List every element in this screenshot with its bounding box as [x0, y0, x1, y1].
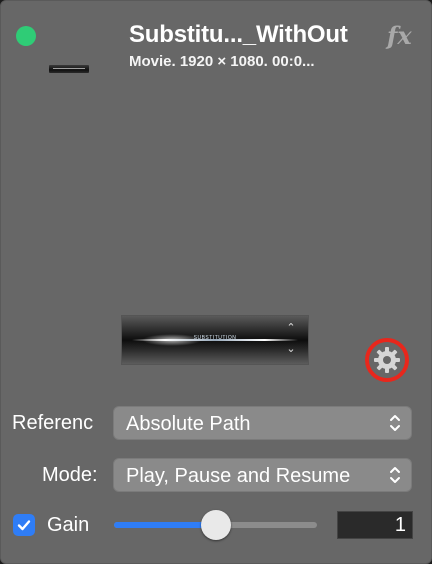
cue-subtitle: Movie. 1920 × 1080. 00:0...	[129, 53, 315, 70]
status-indicator	[16, 26, 36, 46]
checkmark-icon	[17, 520, 31, 531]
gain-slider-knob[interactable]	[200, 510, 231, 540]
gear-icon	[374, 347, 400, 373]
cue-thumbnail	[49, 65, 89, 73]
reference-select[interactable]: Absolute Path	[113, 406, 412, 440]
gain-label: Gain	[47, 514, 90, 536]
chevron-updown-icon	[390, 415, 400, 431]
preview-arrows: ⌃ ⌄	[286, 322, 296, 355]
reference-value: Absolute Path	[126, 413, 251, 435]
preview-label: SUBSTITUTION	[193, 335, 237, 341]
mode-select[interactable]: Play, Pause and Resume	[113, 458, 412, 492]
fx-icon[interactable]: fx	[387, 21, 412, 50]
settings-button[interactable]	[365, 338, 409, 382]
gain-value-field[interactable]: 1	[337, 511, 413, 539]
gain-slider[interactable]	[114, 510, 317, 540]
cue-inspector-panel: Substitu..._WithOut fx Movie. 1920 × 108…	[0, 0, 432, 564]
reference-label: Referenc	[12, 412, 94, 434]
cue-title: Substitu..._WithOut	[129, 21, 348, 48]
chevron-updown-icon	[390, 467, 400, 483]
mode-value: Play, Pause and Resume	[126, 465, 351, 487]
mode-label: Mode:	[42, 464, 98, 486]
gain-checkbox[interactable]	[13, 514, 35, 536]
video-preview: SUBSTITUTION ⌃ ⌄	[121, 315, 309, 365]
